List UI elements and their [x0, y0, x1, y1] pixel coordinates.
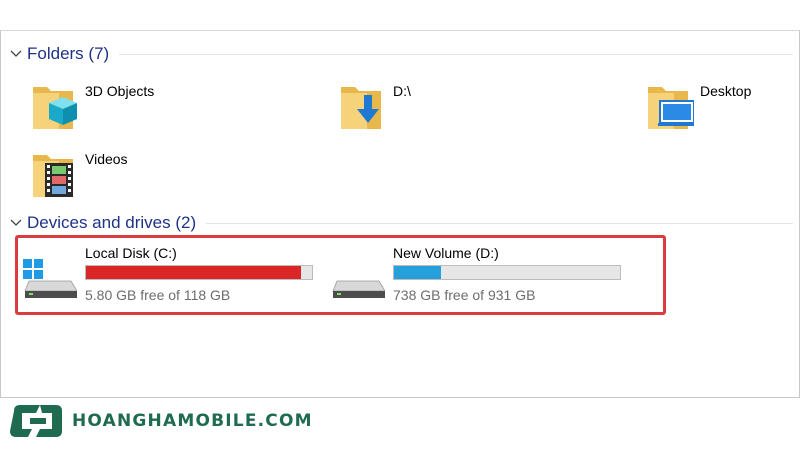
chevron-down-icon[interactable]	[9, 216, 23, 230]
videos-folder-icon	[33, 155, 73, 197]
folder-d-drive[interactable]: D:\	[339, 81, 411, 133]
file-explorer-window: Folders (7) 3D Objects D:\ Desktop Video…	[0, 30, 800, 398]
desktop-folder-icon	[648, 87, 694, 129]
folder-videos[interactable]: Videos	[31, 149, 128, 201]
drives-group-title: Devices and drives (2)	[27, 213, 197, 232]
brand-watermark: HOANGHAMOBILE.COM	[10, 402, 313, 440]
folder-label: D:\	[393, 83, 411, 99]
downloads-folder-icon	[341, 87, 381, 129]
chevron-down-icon[interactable]	[9, 47, 23, 61]
group-divider	[206, 222, 793, 224]
folder-desktop[interactable]: Desktop	[646, 81, 751, 133]
hoangha-logo-icon	[10, 405, 62, 437]
highlight-box	[15, 235, 666, 315]
folders-group-header[interactable]: Folders (7)	[9, 42, 797, 66]
folders-group-title: Folders (7)	[27, 44, 110, 63]
brand-text: HOANGHAMOBILE.COM	[72, 411, 313, 431]
folder-label: Desktop	[700, 83, 752, 99]
folder-label: 3D Objects	[85, 83, 155, 99]
drives-group-header[interactable]: Devices and drives (2)	[9, 211, 797, 235]
group-divider	[119, 53, 793, 55]
3d-objects-folder-icon	[33, 87, 77, 129]
folder-3d-objects[interactable]: 3D Objects	[31, 81, 154, 133]
folder-label: Videos	[85, 151, 128, 167]
